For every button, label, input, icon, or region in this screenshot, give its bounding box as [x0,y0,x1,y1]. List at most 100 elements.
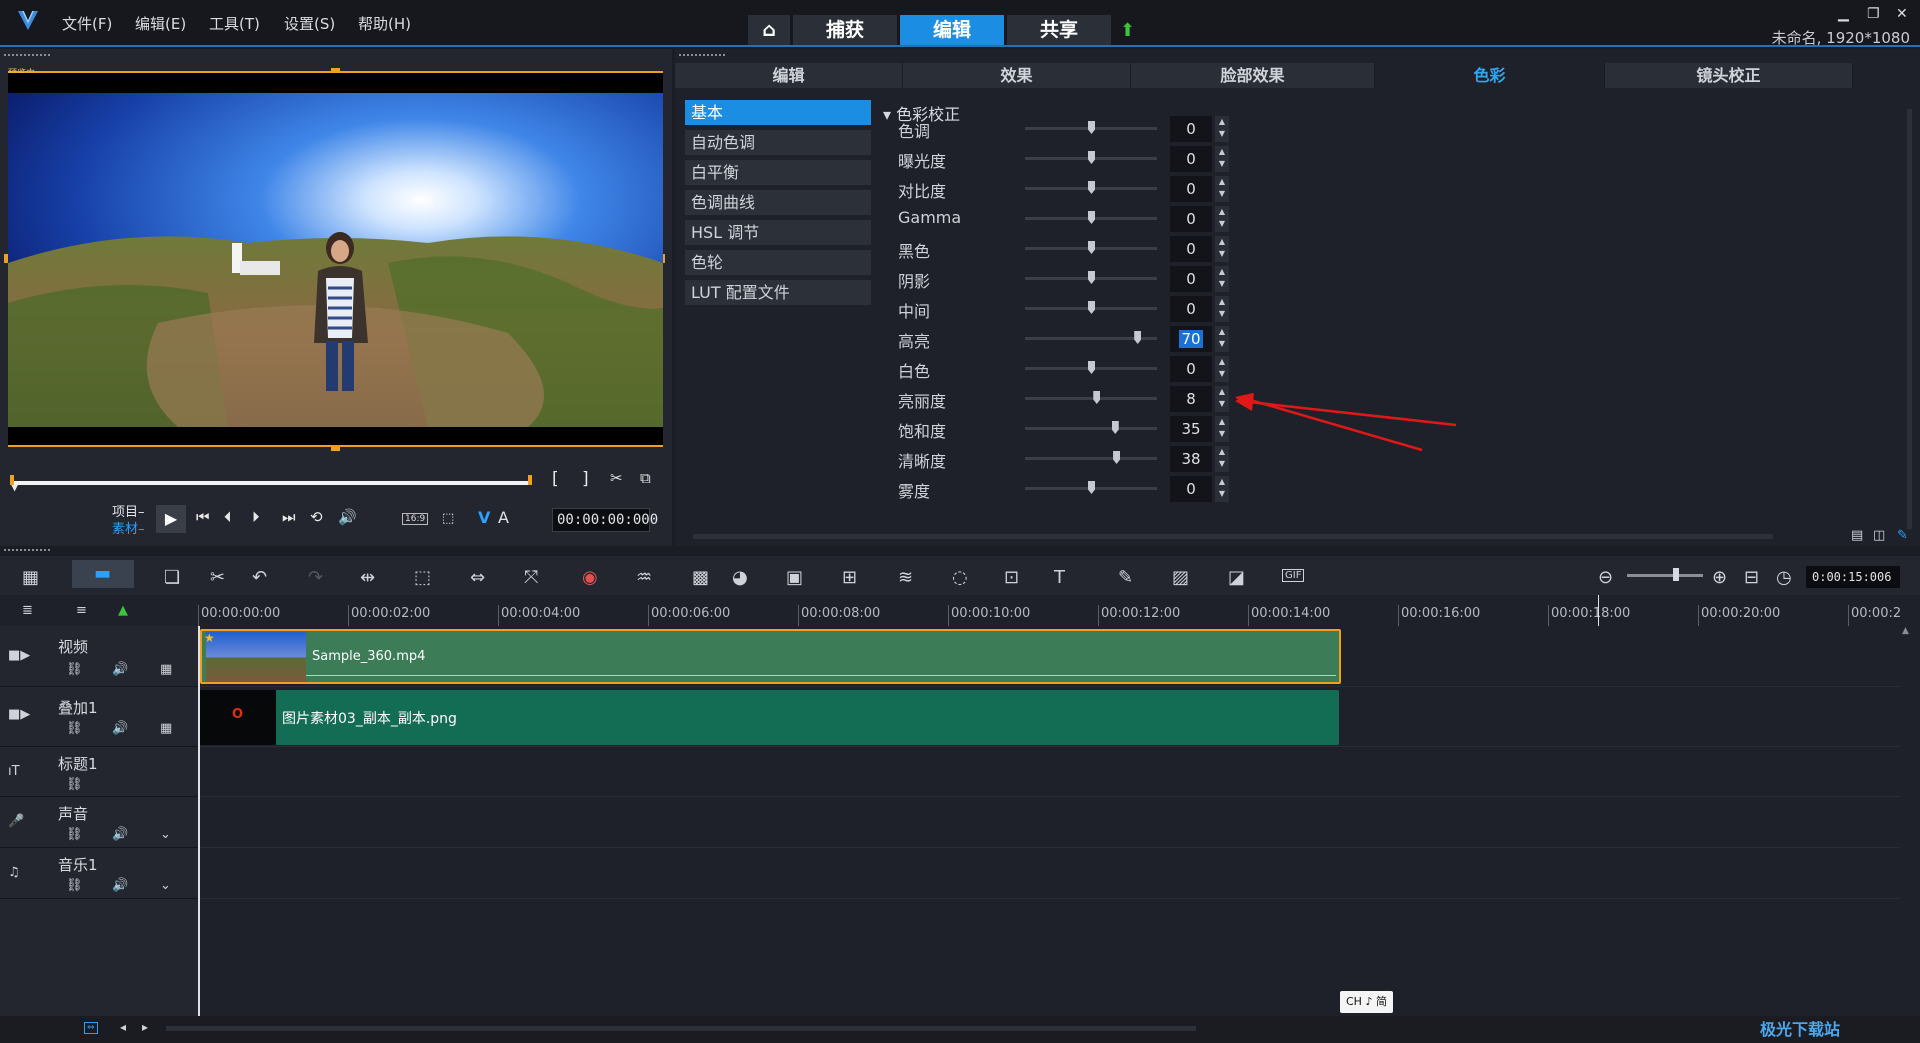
param-slider-thumb[interactable] [1088,301,1095,314]
grid-toggle-icon[interactable]: ▦ [160,662,172,677]
track-header-overlay[interactable]: ■▶ 叠加1 ⛓ 🔊 ▦ [0,687,198,747]
overlay-clip[interactable]: O 图片素材03_副本_副本.png [200,690,1339,745]
record-icon[interactable]: ◉ [582,567,598,588]
redo-icon[interactable]: ↷ [308,567,323,588]
spin-up-icon[interactable]: ▲ [1215,476,1229,488]
fit-project-icon[interactable]: ⇔ [84,1022,98,1034]
grid-toggle-icon[interactable]: ▦ [160,721,172,736]
param-slider-thumb[interactable] [1113,451,1121,464]
lane-music[interactable] [200,848,1900,899]
title-3d-icon[interactable]: T [1054,567,1065,588]
spin-down-icon[interactable]: ▼ [1215,278,1229,290]
param-slider-thumb[interactable] [1088,361,1095,374]
track-header-title[interactable]: ıT 标题1 ⛓ [0,747,198,797]
param-slider[interactable] [1025,151,1157,164]
spin-up-icon[interactable]: ▲ [1215,356,1229,368]
split-clip-icon[interactable]: ✂ [610,469,623,487]
tab-share[interactable]: 共享 [1007,15,1111,45]
safe-area-icon[interactable]: ⬚ [442,511,454,526]
tab-lens-correction[interactable]: 镜头校正 [1605,63,1853,88]
close-icon[interactable]: ✕ [1896,6,1908,22]
param-slider[interactable] [1025,331,1157,344]
param-spinner[interactable]: ▲ ▼ [1215,476,1229,502]
tab-edit[interactable]: 编辑 [900,15,1004,45]
param-value-field[interactable]: 0 [1170,356,1212,382]
split-screen-icon[interactable]: ⇔ [470,567,485,588]
param-slider[interactable] [1025,421,1157,434]
param-slider-thumb[interactable] [1088,121,1095,134]
focus-icon[interactable]: ⊡ [1004,567,1019,588]
upload-arrow-icon[interactable]: ⬆ [1120,20,1135,41]
spin-down-icon[interactable]: ▼ [1215,428,1229,440]
track-header-voice[interactable]: 🎤 声音 ⛓ 🔊 ⌄ [0,797,198,848]
timeline-h-scrollbar[interactable] [166,1026,1196,1031]
home-button[interactable]: ⌂ [748,15,790,45]
param-slider[interactable] [1025,211,1157,224]
param-spinner[interactable]: ▲ ▼ [1215,236,1229,262]
param-value-field[interactable]: 0 [1170,146,1212,172]
spin-down-icon[interactable]: ▼ [1215,188,1229,200]
next-frame-icon[interactable]: ⏵ [252,508,260,526]
multi-camera-icon[interactable]: ❏ [164,567,180,588]
track-motion-icon[interactable]: ◌ [952,567,968,588]
spin-up-icon[interactable]: ▲ [1215,416,1229,428]
crop-icon[interactable]: ⬚ [414,567,431,588]
adjust-icon[interactable]: ◪ [1228,567,1245,588]
param-spinner[interactable]: ▲ ▼ [1215,326,1229,352]
param-value-field[interactable]: 0 [1170,176,1212,202]
track-header-music[interactable]: ♫ 音乐1 ⛓ 🔊 ⌄ [0,848,198,899]
play-button[interactable]: ▶ [156,505,186,533]
mute-icon[interactable]: 🔊 [112,721,128,736]
spin-up-icon[interactable]: ▲ [1215,146,1229,158]
spin-up-icon[interactable]: ▲ [1215,296,1229,308]
param-value-field[interactable]: 8 [1170,386,1212,412]
repeat-icon[interactable]: ⟲ [310,508,323,526]
zoom-in-icon[interactable]: ⊕ [1712,567,1727,588]
param-slider[interactable] [1025,481,1157,494]
spin-down-icon[interactable]: ▼ [1215,128,1229,140]
chapter-icon[interactable]: ≡ [76,603,87,618]
audio-wave-icon[interactable]: ♒ [636,567,652,588]
spin-down-icon[interactable]: ▼ [1215,398,1229,410]
fit-icon[interactable]: ⊟ [1744,567,1759,588]
param-spinner[interactable]: ▲ ▼ [1215,356,1229,382]
spin-up-icon[interactable]: ▲ [1215,326,1229,338]
preview-image[interactable] [8,93,663,427]
param-value-field[interactable]: 0 [1170,236,1212,262]
menu-help[interactable]: 帮助(H) [358,13,411,34]
mark-in-button[interactable]: [ [552,469,559,489]
enlarge-preview-icon[interactable]: ⧉ [640,469,651,487]
clock-icon[interactable]: ◷ [1776,567,1792,588]
lane-voice[interactable] [200,797,1900,848]
link-icon[interactable]: ⛓ [66,878,83,893]
tab-color[interactable]: 色彩 [1375,63,1605,88]
panel-grip[interactable] [4,549,50,551]
gif-icon[interactable]: GIF [1282,569,1305,582]
link-icon[interactable]: ⛓ [66,777,83,792]
scroll-left-icon[interactable]: ◂ [120,1020,126,1034]
param-slider[interactable] [1025,391,1157,404]
spin-down-icon[interactable]: ▼ [1215,368,1229,380]
spin-up-icon[interactable]: ▲ [1215,206,1229,218]
param-value-field[interactable]: 0 [1170,476,1212,502]
menu-edit[interactable]: 编辑(E) [135,13,186,34]
param-spinner[interactable]: ▲ ▼ [1215,386,1229,412]
move-icon[interactable]: ⤧ [524,567,538,588]
go-start-icon[interactable]: ⏮ [196,508,210,526]
track-manager-icon[interactable]: ≣ [22,603,33,618]
spin-up-icon[interactable]: ▲ [1215,176,1229,188]
panel-grip[interactable] [4,54,50,56]
aspect-ratio-button[interactable]: 16:9 [402,513,429,525]
param-spinner[interactable]: ▲ ▼ [1215,416,1229,442]
subtitle-icon[interactable]: ▣ [786,567,803,588]
param-spinner[interactable]: ▲ ▼ [1215,266,1229,292]
params-h-scrollbar[interactable] [693,534,1773,539]
mark-in-handle[interactable] [10,475,14,485]
param-spinner[interactable]: ▲ ▼ [1215,296,1229,322]
menu-file[interactable]: 文件(F) [62,13,112,34]
slideshow-icon[interactable]: ▩ [692,567,709,588]
param-slider-thumb[interactable] [1093,391,1101,404]
param-slider-thumb[interactable] [1088,151,1095,164]
param-slider-thumb[interactable] [1088,241,1095,254]
restore-icon[interactable]: ❐ [1867,6,1880,22]
